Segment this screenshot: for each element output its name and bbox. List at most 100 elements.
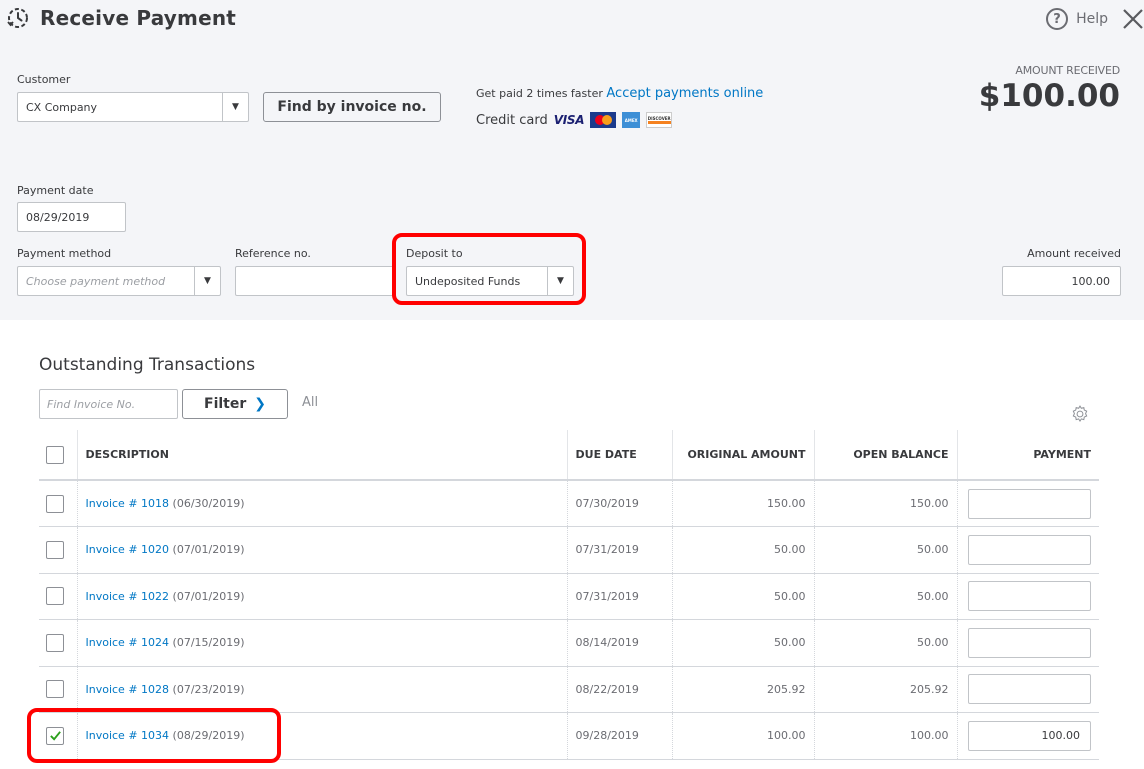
payment-cell: 100.00	[956, 712, 1099, 760]
close-icon[interactable]	[1120, 6, 1144, 32]
row-check-cell	[39, 526, 77, 574]
original-amount-cell: 205.92	[671, 666, 814, 713]
description-cell: Invoice # 1034 (08/29/2019)	[76, 712, 567, 760]
credit-card-logos: Credit card VISA AMEX DISCOVER	[476, 112, 678, 128]
table-row: Invoice # 1024 (07/15/2019) 08/14/2019 50.…	[39, 619, 1099, 667]
invoice-link[interactable]: Invoice # 1020	[86, 543, 170, 556]
invoice-link[interactable]: Invoice # 1024	[86, 636, 170, 649]
open-balance-cell: 50.00	[813, 619, 957, 667]
chevron-right-icon: ❯	[254, 396, 266, 412]
amount-received-input[interactable]: 100.00	[1002, 266, 1121, 296]
payment-method-label: Payment method	[17, 247, 112, 260]
table-row: Invoice # 1034 (08/29/2019) 09/28/2019 100…	[39, 712, 1099, 760]
row-check-cell	[39, 712, 77, 760]
receive-payment-clock-icon	[7, 8, 28, 28]
invoice-date: (07/15/2019)	[172, 636, 245, 650]
chevron-down-icon[interactable]: ▼	[194, 267, 220, 295]
row-check-cell	[39, 666, 77, 713]
question-circle-icon: ?	[1046, 8, 1069, 30]
visa-logo-icon: VISA	[553, 113, 585, 127]
payment-input[interactable]	[968, 581, 1091, 612]
invoice-date: (07/01/2019)	[172, 543, 245, 557]
deposit-to-select[interactable]: Undeposited Funds ▼	[406, 266, 574, 296]
payment-input[interactable]	[968, 627, 1091, 658]
row-checkbox[interactable]	[46, 633, 64, 652]
select-all-cell	[39, 430, 77, 481]
invoice-date: (07/23/2019)	[172, 682, 245, 696]
description-cell: Invoice # 1018 (06/30/2019)	[76, 480, 567, 527]
invoice-link[interactable]: Invoice # 1018	[86, 497, 170, 510]
row-checkbox[interactable]	[46, 680, 64, 699]
table-row: Invoice # 1020 (07/01/2019) 07/31/2019 50.…	[39, 526, 1099, 574]
chevron-down-icon[interactable]: ▼	[222, 93, 248, 121]
column-header-open-balance[interactable]: OPEN BALANCE	[813, 430, 957, 481]
payment-cell	[956, 619, 1099, 667]
payment-cell	[956, 480, 1099, 527]
table-row: Invoice # 1022 (07/01/2019) 07/31/2019 50.…	[39, 573, 1099, 620]
column-header-description[interactable]: DESCRIPTION	[76, 430, 567, 481]
customer-select[interactable]: CX Company ▼	[17, 92, 249, 122]
find-invoice-input[interactable]: Find Invoice No.	[39, 389, 178, 419]
customer-label: Customer	[17, 73, 71, 86]
open-balance-cell: 50.00	[813, 526, 957, 574]
find-by-invoice-button[interactable]: Find by invoice no.	[263, 92, 441, 122]
credit-card-label: Credit card	[476, 112, 548, 128]
payment-cell	[956, 526, 1099, 574]
table-row: Invoice # 1028 (07/23/2019) 08/22/2019 205…	[39, 666, 1099, 713]
outstanding-transactions-table: DESCRIPTION DUE DATE ORIGINAL AMOUNT OPE…	[39, 430, 1099, 760]
payment-cell	[956, 666, 1099, 713]
payment-input[interactable]	[968, 674, 1091, 705]
invoice-link[interactable]: Invoice # 1028	[86, 683, 170, 696]
payment-date-input[interactable]: 08/29/2019	[17, 202, 126, 232]
due-date-cell: 08/22/2019	[566, 666, 672, 713]
due-date-cell: 07/31/2019	[566, 573, 672, 620]
payment-input[interactable]	[968, 534, 1091, 565]
due-date-cell: 07/31/2019	[566, 526, 672, 574]
description-cell: Invoice # 1024 (07/15/2019)	[76, 619, 567, 667]
accept-payments-online-link[interactable]: Accept payments online	[606, 86, 763, 101]
original-amount-cell: 50.00	[671, 573, 814, 620]
due-date-cell: 09/28/2019	[566, 712, 672, 760]
table-row: Invoice # 1018 (06/30/2019) 07/30/2019 150…	[39, 480, 1099, 527]
payment-input[interactable]	[968, 488, 1091, 519]
open-balance-cell: 100.00	[813, 712, 957, 760]
gear-icon[interactable]	[1070, 404, 1090, 424]
filter-all-label: All	[302, 395, 319, 410]
open-balance-cell: 205.92	[813, 666, 957, 713]
title-row: Receive Payment	[6, 6, 236, 30]
row-checkbox[interactable]	[46, 726, 64, 745]
column-header-payment[interactable]: PAYMENT	[956, 430, 1099, 481]
payment-method-select[interactable]: Choose payment method ▼	[17, 266, 221, 296]
row-checkbox[interactable]	[46, 540, 64, 559]
due-date-cell: 08/14/2019	[566, 619, 672, 667]
page-title: Receive Payment	[40, 6, 237, 30]
invoice-link[interactable]: Invoice # 1034	[86, 729, 170, 742]
original-amount-cell: 100.00	[671, 712, 814, 760]
select-all-checkbox[interactable]	[46, 445, 64, 464]
help-button[interactable]: ? Help	[1046, 8, 1108, 30]
payment-input[interactable]: 100.00	[968, 720, 1091, 751]
description-cell: Invoice # 1028 (07/23/2019)	[76, 666, 567, 713]
filter-button[interactable]: Filter ❯	[182, 389, 288, 419]
reference-input[interactable]	[235, 266, 395, 296]
payment-cell	[956, 573, 1099, 620]
row-check-cell	[39, 573, 77, 620]
open-balance-cell: 150.00	[813, 480, 957, 527]
row-check-cell	[39, 619, 77, 667]
filter-label: Filter	[204, 396, 247, 412]
original-amount-cell: 150.00	[671, 480, 814, 527]
row-checkbox[interactable]	[46, 587, 64, 606]
payment-method-placeholder: Choose payment method	[26, 274, 166, 288]
customer-value: CX Company	[26, 100, 98, 114]
payment-date-label: Payment date	[17, 184, 94, 197]
outstanding-transactions-title: Outstanding Transactions	[39, 355, 256, 375]
chevron-down-icon[interactable]: ▼	[547, 267, 573, 295]
column-header-original-amount[interactable]: ORIGINAL AMOUNT	[671, 430, 814, 481]
discover-logo-icon: DISCOVER	[646, 112, 673, 128]
invoice-link[interactable]: Invoice # 1022	[86, 590, 170, 603]
promo-text: Get paid 2 times faster Accept payments …	[476, 86, 763, 101]
row-check-cell	[39, 480, 77, 527]
column-header-due-date[interactable]: DUE DATE	[566, 430, 672, 481]
amount-received-summary-value: $100.00	[978, 78, 1120, 114]
row-checkbox[interactable]	[46, 494, 64, 513]
